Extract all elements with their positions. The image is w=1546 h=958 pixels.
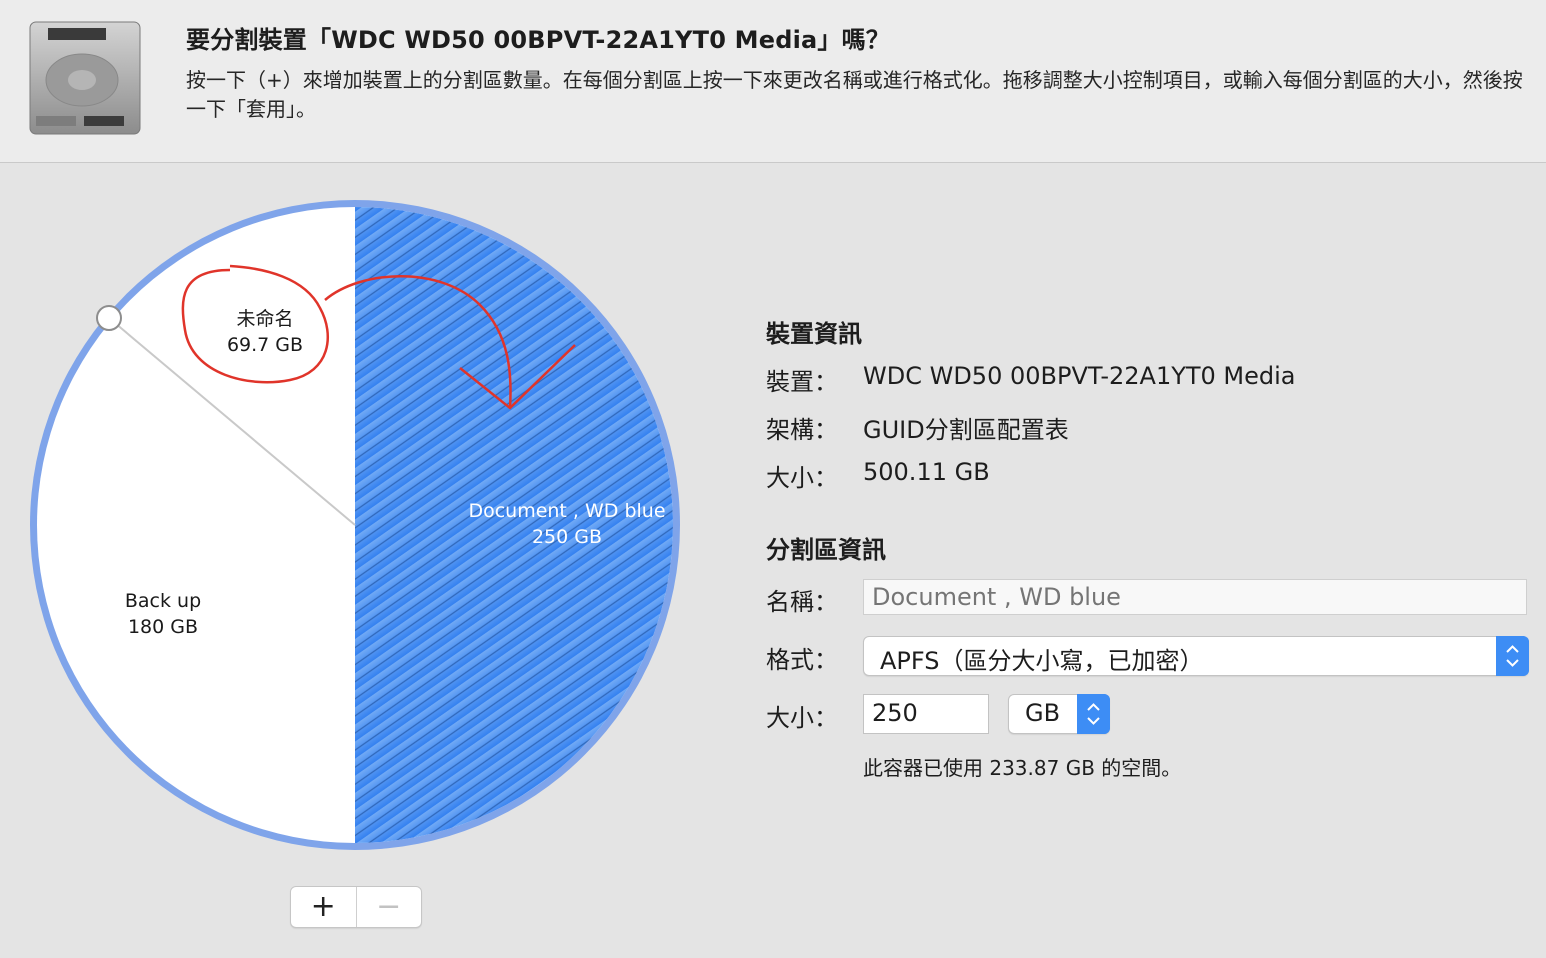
device-size-label: 大小：: [766, 464, 838, 492]
remove-partition-button[interactable]: −: [355, 887, 422, 927]
pie-label-backup-size: 180 GB: [127, 616, 199, 638]
device-size-value: 500.11 GB: [863, 458, 990, 486]
format-select[interactable]: APFS（區分大小寫，已加密）: [863, 636, 1529, 676]
scheme-label: 架構：: [766, 416, 838, 444]
container-usage-note: 此容器已使用 233.87 GB 的空間。: [863, 756, 1182, 780]
resize-handle[interactable]: [96, 305, 122, 331]
dialog-description: 按一下（+）來增加裝置上的分割區數量。在每個分割區上按一下來更改名稱或進行格式化…: [186, 68, 1523, 121]
partition-info-title: 分割區資訊: [766, 536, 886, 564]
size-unit-select[interactable]: GB: [1008, 694, 1110, 734]
pie-label-document-size: 250 GB: [531, 526, 603, 548]
pie-label-document: Document , WD blue 250 GB: [468, 498, 665, 550]
pie-label-document-name: Document , WD blue: [468, 500, 666, 522]
partition-name-input[interactable]: [863, 579, 1527, 615]
size-unit-value: GB: [1025, 699, 1061, 727]
chevron-up-down-icon: [1496, 636, 1529, 676]
pie-label-backup-name: Back up: [124, 590, 202, 612]
pie-label-unnamed-name: 未命名: [236, 308, 294, 330]
pie-label-unnamed-size: 69.7 GB: [226, 334, 304, 356]
device-label: 裝置：: [766, 368, 838, 396]
partition-name-label: 名稱：: [766, 588, 838, 616]
dialog-title: 要分割裝置「WDC WD50 00BPVT-22A1YT0 Media」嗎？: [186, 26, 891, 54]
format-select-value: APFS（區分大小寫，已加密）: [880, 647, 1204, 675]
device-value: WDC WD50 00BPVT-22A1YT0 Media: [863, 362, 1296, 390]
scheme-value: GUID分割區配置表: [863, 416, 1069, 444]
hard-disk-icon: [29, 21, 141, 135]
format-label: 格式：: [766, 646, 838, 674]
dialog-header: 要分割裝置「WDC WD50 00BPVT-22A1YT0 Media」嗎？ 按…: [0, 0, 1546, 163]
partition-size-input[interactable]: 250: [863, 694, 989, 734]
partition-add-remove-control: + −: [290, 886, 422, 928]
chevron-up-down-icon: [1077, 694, 1110, 734]
pie-label-unnamed: 未命名 69.7 GB: [227, 306, 303, 358]
device-info-title: 裝置資訊: [766, 320, 862, 348]
pie-label-backup: Back up 180 GB: [125, 588, 201, 640]
add-partition-button[interactable]: +: [291, 887, 356, 927]
partition-size-label: 大小：: [766, 704, 838, 732]
